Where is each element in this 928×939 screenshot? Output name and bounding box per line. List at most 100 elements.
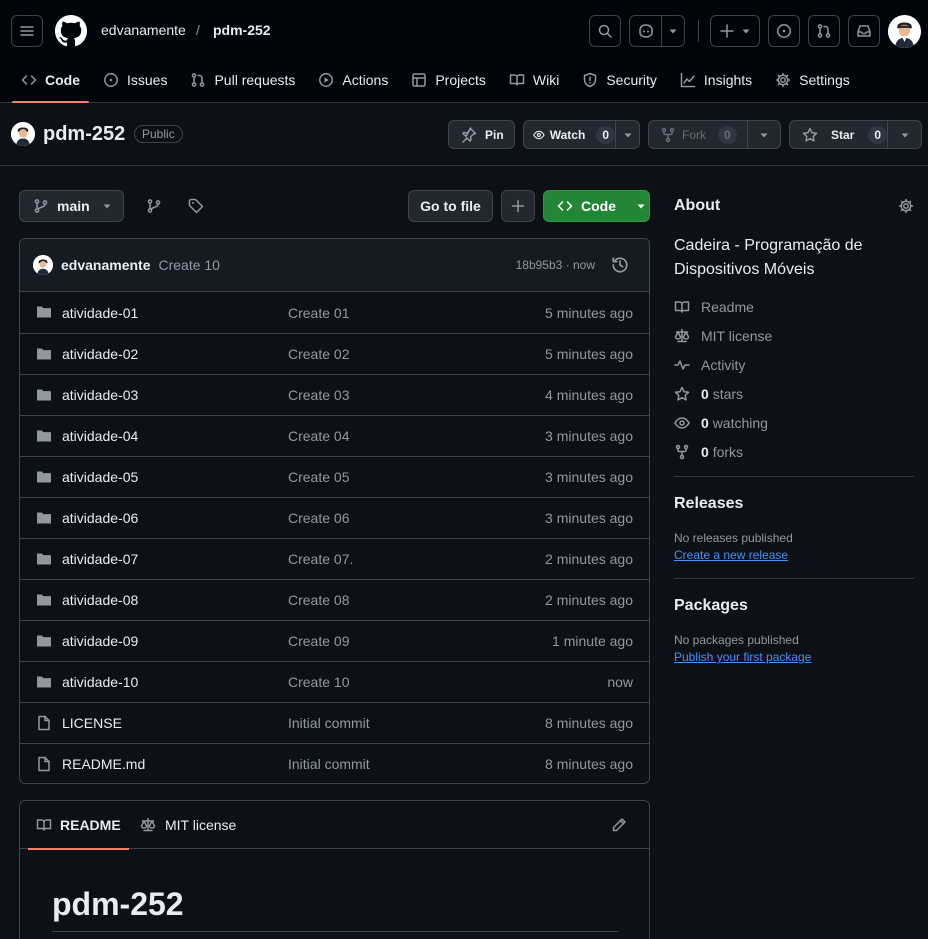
tab-issues[interactable]: Issues [94,66,176,94]
file-commit-message[interactable]: Create 05 [288,469,349,485]
code-dropdown-button[interactable]: Code [543,190,650,222]
file-name[interactable]: atividade-04 [62,428,138,444]
file-commit-message[interactable]: Initial commit [288,715,370,731]
tab-wiki[interactable]: Wiki [500,66,568,94]
user-avatar[interactable] [888,15,921,48]
active-tab-underline [28,848,129,850]
stars-link[interactable]: 0 stars [674,379,914,408]
file-name[interactable]: atividade-07 [62,551,138,567]
create-new-button[interactable] [710,15,760,47]
watch-button[interactable]: Watch 0 [524,121,616,148]
file-name[interactable]: atividade-10 [62,674,138,690]
commit-sha-time[interactable]: 18b95b3 · now [516,258,595,272]
folder-icon [37,430,51,442]
readme-link[interactable]: Readme [674,292,914,321]
tab-license[interactable]: MIT license [140,801,236,849]
star-button[interactable]: Star 0 [790,121,888,148]
packages-title[interactable]: Packages [674,597,914,615]
file-commit-message[interactable]: Create 06 [288,510,349,526]
commit-message[interactable]: Create 10 [158,257,219,273]
license-link[interactable]: MIT license [674,321,914,350]
tab-insights[interactable]: Insights [671,66,761,94]
file-commit-message[interactable]: Create 04 [288,428,349,444]
repo-owner-avatar[interactable] [11,122,35,146]
file-row[interactable]: atividade-07 Create 07. 2 minutes ago [20,538,649,579]
issues-button[interactable] [768,15,800,47]
file-commit-message[interactable]: Create 09 [288,633,349,649]
tab-readme[interactable]: README [28,801,129,850]
pencil-icon[interactable] [611,817,627,833]
tab-settings[interactable]: Settings [766,66,859,94]
file-name[interactable]: LICENSE [62,715,122,731]
file-name[interactable]: atividade-02 [62,346,138,362]
tab-pull-requests[interactable]: Pull requests [181,66,304,94]
search-button[interactable] [589,15,621,47]
add-file-button[interactable] [501,190,535,222]
tab-projects[interactable]: Projects [402,66,495,94]
file-row[interactable]: atividade-05 Create 05 3 minutes ago [20,456,649,497]
file-commit-message[interactable]: Create 08 [288,592,349,608]
fork-dropdown[interactable] [748,121,780,148]
watch-dropdown[interactable] [616,121,639,148]
file-row[interactable]: atividade-10 Create 10 now [20,661,649,702]
watching-link[interactable]: 0 watching [674,408,914,437]
breadcrumb-separator: / [196,22,200,38]
repo-name[interactable]: pdm-252 [43,123,125,146]
forks-label: forks [712,443,744,460]
star-dropdown[interactable] [888,121,921,148]
go-to-file-button[interactable]: Go to file [408,190,493,222]
branches-button[interactable] [138,190,170,222]
file-name[interactable]: atividade-03 [62,387,138,403]
law-icon [140,817,156,832]
forks-link[interactable]: 0 forks [674,437,914,466]
commit-author-avatar[interactable] [33,255,53,275]
tab-actions[interactable]: Actions [309,66,397,94]
license-link-label: MIT license [701,327,773,344]
pull-requests-button[interactable] [808,15,840,47]
branch-selector[interactable]: main [19,190,124,222]
breadcrumb-repo[interactable]: pdm-252 [213,22,271,38]
file-name[interactable]: atividade-05 [62,469,138,485]
file-name[interactable]: atividade-09 [62,633,138,649]
tab-security[interactable]: Security [573,66,666,94]
folder-icon-wrap [36,304,52,320]
github-logo-icon[interactable] [55,15,87,47]
file-name[interactable]: atividade-08 [62,592,138,608]
file-name[interactable]: atividade-06 [62,510,138,526]
watching-count: 0 [701,414,709,431]
file-row[interactable]: atividade-06 Create 06 3 minutes ago [20,497,649,538]
file-row[interactable]: atividade-09 Create 09 1 minute ago [20,620,649,661]
history-icon[interactable] [611,256,629,274]
file-name[interactable]: README.md [62,756,145,772]
copilot-dropdown[interactable] [662,16,684,46]
file-commit-message[interactable]: Create 07. [288,551,353,567]
copilot-button[interactable] [630,16,662,46]
inbox-button[interactable] [848,15,880,47]
file-row[interactable]: LICENSE Initial commit 8 minutes ago [20,702,649,743]
activity-link[interactable]: Activity [674,350,914,379]
commit-author[interactable]: edvanamente [61,257,150,273]
fork-button[interactable]: Fork 0 [649,121,748,148]
copilot-button-group [629,15,685,47]
file-commit-message[interactable]: Create 10 [288,674,349,690]
file-commit-message[interactable]: Create 02 [288,346,349,362]
file-commit-message[interactable]: Create 01 [288,305,349,321]
file-row[interactable]: atividade-08 Create 08 2 minutes ago [20,579,649,620]
file-row[interactable]: atividade-04 Create 04 3 minutes ago [20,415,649,456]
gear-icon[interactable] [898,198,914,214]
file-row[interactable]: atividade-03 Create 03 4 minutes ago [20,374,649,415]
file-commit-message[interactable]: Create 03 [288,387,349,403]
file-row[interactable]: atividade-01 Create 01 5 minutes ago [20,292,649,333]
tab-code[interactable]: Code [12,66,89,103]
create-release-link[interactable]: Create a new release [674,548,788,562]
publish-package-link[interactable]: Publish your first package [674,650,811,664]
breadcrumb-owner[interactable]: edvanamente [101,22,186,38]
file-row[interactable]: README.md Initial commit 8 minutes ago [20,743,649,783]
file-name[interactable]: atividade-01 [62,305,138,321]
pin-button[interactable]: Pin [448,120,515,149]
releases-title[interactable]: Releases [674,495,914,513]
tags-button[interactable] [180,190,212,222]
file-commit-message[interactable]: Initial commit [288,756,370,772]
file-row[interactable]: atividade-02 Create 02 5 minutes ago [20,333,649,374]
menu-button[interactable] [11,15,43,47]
